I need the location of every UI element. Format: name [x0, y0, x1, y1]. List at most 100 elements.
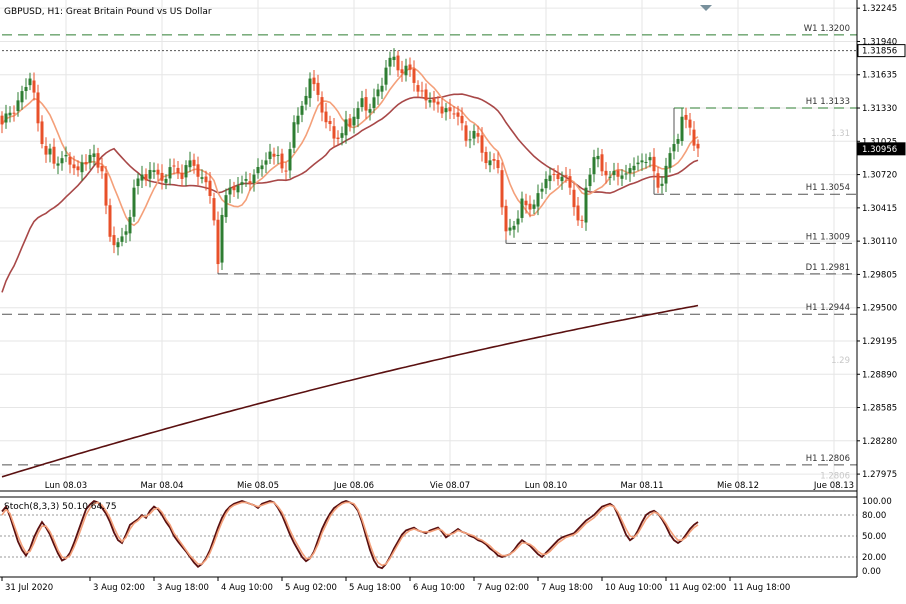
- candle-body: [128, 217, 132, 234]
- date-label: Mie 08.12: [717, 481, 759, 491]
- candle-body: [168, 167, 172, 179]
- candle-body: [452, 113, 456, 115]
- faint-level-label: 1.31: [831, 129, 850, 139]
- candle-body: [588, 174, 592, 187]
- price-tick-label: 1.30720: [862, 171, 897, 181]
- candle-body: [392, 56, 396, 61]
- candle-body: [320, 97, 324, 113]
- candle-body: [328, 120, 332, 125]
- candle-body: [276, 154, 280, 156]
- candle-body: [76, 166, 80, 171]
- candle-body: [272, 153, 276, 157]
- candle-body: [132, 187, 136, 217]
- candle-body: [340, 133, 344, 138]
- date-label: Mar 08.04: [140, 481, 183, 491]
- candle-body: [508, 227, 512, 231]
- candle-body: [196, 164, 200, 177]
- candle-body: [216, 219, 220, 265]
- candle-body: [472, 130, 476, 139]
- candle-body: [576, 205, 580, 221]
- price-tick-label: 1.32245: [862, 4, 897, 14]
- price-tick-label: 1.27975: [862, 470, 897, 480]
- candle-body: [140, 174, 144, 181]
- candle-body: [228, 187, 232, 195]
- candle-body: [212, 198, 216, 221]
- candle-body: [680, 116, 684, 142]
- candle-body: [544, 178, 548, 189]
- candle-body: [300, 105, 304, 115]
- candle-body: [660, 183, 664, 186]
- candle-body: [220, 214, 224, 263]
- candle-body: [24, 86, 28, 92]
- candle-body: [240, 182, 244, 185]
- candle-body: [440, 106, 444, 114]
- candle-body: [64, 154, 68, 157]
- candle-body: [428, 100, 432, 103]
- candle-body: [176, 167, 180, 174]
- candle-body: [244, 179, 248, 181]
- time-label: 6 Aug 10:00: [413, 583, 465, 593]
- candle-body: [324, 111, 328, 123]
- candle-body: [520, 198, 524, 218]
- candle-body: [148, 169, 152, 179]
- candle-body: [540, 188, 544, 192]
- candle-body: [232, 186, 236, 191]
- candle-body: [308, 78, 312, 99]
- candle-body: [104, 173, 108, 206]
- candle-body: [652, 156, 656, 172]
- candle-body: [560, 176, 564, 182]
- time-label: 7 Aug 02:00: [477, 583, 529, 593]
- candle-body: [60, 158, 64, 164]
- candle-body: [208, 180, 212, 196]
- candle-body: [184, 165, 188, 178]
- candle-body: [160, 172, 164, 181]
- price-box-label: 1.31856: [862, 47, 897, 57]
- level-label: H1 1.2944: [806, 303, 850, 313]
- candle-body: [668, 153, 672, 168]
- price-tick-label: 1.29195: [862, 337, 897, 347]
- candle-body: [424, 89, 428, 101]
- candle-body: [400, 69, 404, 74]
- price-box-label: 1.30956: [862, 145, 897, 155]
- candle-body: [256, 166, 260, 174]
- date-label: Jue 08.06: [333, 481, 374, 491]
- candle-body: [412, 68, 416, 83]
- candle-body: [268, 151, 272, 160]
- candle-body: [596, 155, 600, 160]
- candle-body: [188, 160, 192, 168]
- price-chart[interactable]: W1 1.3200 H1 1.3133 H1 1.3054 H1 1.3009 D1 1…: [0, 0, 906, 604]
- candle-body: [524, 200, 528, 206]
- candle-body: [336, 137, 340, 140]
- candle-body: [480, 135, 484, 153]
- price-tick-label: 1.31330: [862, 104, 897, 114]
- candle-body: [488, 160, 492, 166]
- candle-body: [356, 108, 360, 119]
- candle-body: [68, 156, 72, 165]
- candle-body: [604, 170, 608, 176]
- stoch-tick-label: 0.00: [862, 567, 881, 577]
- candle-body: [692, 129, 696, 146]
- time-label: 11 Aug 18:00: [733, 583, 790, 593]
- candle-body: [288, 149, 292, 171]
- date-label: Vie 08.07: [430, 481, 470, 491]
- candle-body: [80, 162, 84, 173]
- price-tick-label: 1.31635: [862, 71, 897, 81]
- candle-body: [352, 116, 356, 126]
- candle-body: [564, 175, 568, 177]
- price-tick-label: 1.29805: [862, 270, 897, 280]
- candle-body: [568, 176, 572, 188]
- candle-body: [260, 165, 264, 170]
- stoch-tick-label: 20.00: [862, 553, 886, 563]
- date-label: Mar 08.11: [620, 481, 663, 491]
- candle-body: [236, 185, 240, 193]
- level-label: W1 1.3200: [804, 24, 850, 34]
- candle-body: [72, 164, 76, 169]
- candle-body: [204, 176, 208, 183]
- time-label: 7 Aug 18:00: [541, 583, 593, 593]
- candle-body: [548, 175, 552, 182]
- candle-body: [4, 113, 8, 123]
- time-label: 11 Aug 02:00: [669, 583, 726, 593]
- candle-body: [48, 148, 52, 155]
- candle-body: [120, 236, 124, 242]
- price-tick-label: 1.28280: [862, 437, 897, 447]
